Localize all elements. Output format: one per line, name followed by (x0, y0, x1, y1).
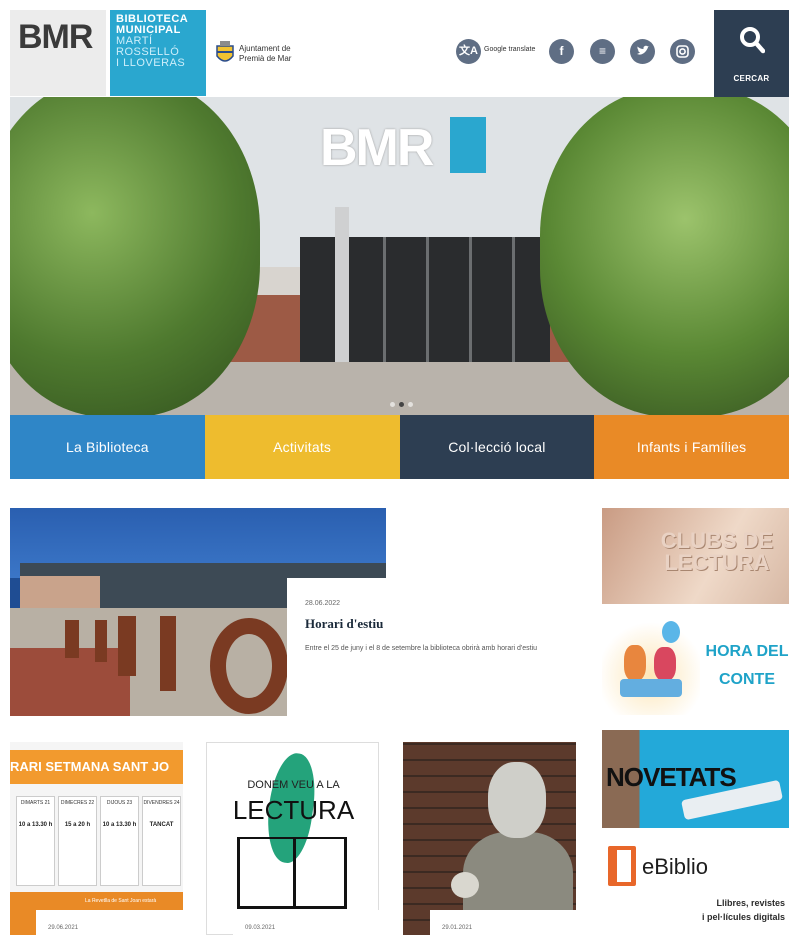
logo-short-text: BMR (18, 18, 93, 56)
hero-slider[interactable]: BMR (10, 97, 789, 415)
hora-line-2: CONTE (719, 671, 775, 688)
logo-line-5: I LLOVERAS (116, 57, 186, 69)
search-icon (740, 27, 765, 54)
card-date-2: 09.03.2021 (233, 910, 383, 935)
child-figure (654, 647, 676, 681)
slider-dots (388, 394, 418, 407)
open-book-drawing (237, 837, 347, 909)
featured-news-card[interactable]: 28.06.2022 Horari d'estiu Entre el 25 de… (287, 578, 577, 716)
schedule-hours: 10 a 13.30 h (18, 822, 53, 828)
schedule-grid: DIMARTS 21 10 a 13.30 h DIMECRES 22 15 a 2… (16, 796, 181, 886)
ajuntament-text: Ajuntament de Premià de Mar (239, 44, 291, 64)
ajuntament-line-1: Ajuntament de (239, 44, 291, 53)
library-name-logo[interactable]: BIBLIOTECA MUNICIPAL MARTÍ ROSSELLÓ I LL… (110, 10, 206, 96)
hero-building-sign: BMR (320, 119, 434, 177)
hero-tree-right (540, 97, 789, 415)
clubs-de-lectura-banner[interactable]: CLUBS DE LECTURA (602, 508, 789, 604)
search-button[interactable]: CERCAR (714, 10, 789, 97)
slider-dot-3[interactable] (408, 402, 413, 407)
schedule-cell: DIVENDRES 24 TANCAT (142, 796, 181, 886)
translate-label: Google translate (484, 46, 536, 53)
clubs-text: CLUBS DE LECTURA (660, 528, 774, 575)
schedule-cell: DIMARTS 21 10 a 13.30 h (16, 796, 55, 886)
card-date-3: 29.01.2021 (430, 910, 580, 935)
nav-colleccio-local[interactable]: Col·lecció local (399, 415, 595, 479)
hero-sign-panel (450, 117, 486, 173)
slider-dot-2[interactable] (399, 402, 404, 407)
news-card-donem-veu[interactable]: DONEM VEU A LA LECTURA (206, 742, 379, 935)
schedule-day: DIMECRES 22 (60, 800, 95, 806)
person-head (488, 762, 546, 838)
sculpture-letter (118, 616, 136, 676)
main-nav: La Biblioteca Activitats Col·lecció loca… (10, 415, 789, 479)
featured-path (10, 648, 130, 716)
bmr-logo[interactable]: BMR (10, 10, 106, 96)
ebiblio-tagline-1: Llibres, revistes (716, 898, 785, 908)
card-date-text: 29.01.2021 (442, 925, 473, 931)
schedule-banner: RARI SETMANA SANT JO (10, 750, 183, 784)
ebiblio-tagline-2: i pel·lícules digitals (701, 912, 785, 922)
instagram-icon[interactable] (670, 39, 695, 64)
sculpture-letter-o (210, 618, 288, 714)
featured-date: 28.06.2022 (305, 600, 341, 607)
nav-la-biblioteca[interactable]: La Biblioteca (10, 415, 205, 479)
child-figure (624, 645, 646, 681)
schedule-day: DIMARTS 21 (20, 800, 51, 806)
schedule-day: DIVENDRES 24 (143, 800, 180, 806)
open-book-shape (620, 679, 682, 697)
featured-description: Entre el 25 de juny i el 8 de setembre l… (305, 645, 538, 652)
novetats-banner[interactable]: NOVETATS (602, 730, 789, 828)
schedule-cell: DIJOUS 23 10 a 13.30 h (100, 796, 139, 886)
hora-del-conte-banner[interactable]: HORA DEL CONTE (602, 617, 789, 715)
person-hand (451, 872, 479, 898)
kids-reading-illustration (602, 617, 700, 715)
schedule-hours: 15 a 20 h (64, 822, 91, 828)
facebook-icon[interactable]: f (549, 39, 574, 64)
translate-icon: 文A (456, 39, 481, 64)
card-date-text: 29.06.2021 (48, 925, 79, 931)
balloon-shape (662, 621, 680, 643)
schedule-cell: DIMECRES 22 15 a 20 h (58, 796, 97, 886)
site-header: BMR BIBLIOTECA MUNICIPAL MARTÍ ROSSELLÓ … (0, 0, 789, 97)
schedule-note: La Revetlla de Sant Joan estarà (85, 898, 157, 904)
hora-line-1: HORA DEL (705, 643, 789, 660)
ajuntament-logo[interactable]: Ajuntament de Premià de Mar (215, 40, 325, 70)
hero-pillar (335, 207, 349, 367)
featured-title[interactable]: Horari d'estiu (305, 616, 383, 632)
card-date-text: 09.03.2021 (245, 925, 276, 931)
shield-icon (216, 41, 234, 62)
schedule-hours: TANCAT (149, 822, 174, 828)
search-label: CERCAR (733, 74, 770, 83)
ebiblio-book-icon (608, 846, 636, 886)
news-card-sant-joan[interactable]: RARI SETMANA SANT JO DIMARTS 21 10 a 13.3… (10, 742, 183, 935)
ajuntament-line-2: Premià de Mar (239, 54, 292, 63)
ebiblio-name: eBiblio (642, 854, 709, 879)
news-card-portrait[interactable] (403, 742, 576, 935)
slider-dot-1[interactable] (390, 402, 395, 407)
sculpture-letter (95, 620, 107, 662)
email-icon[interactable]: ≡ (590, 39, 615, 64)
google-translate-button[interactable]: 文A Google translate (456, 39, 546, 65)
schedule-day: DIJOUS 23 (106, 800, 133, 806)
nav-infants-families[interactable]: Infants i Famílies (594, 415, 789, 479)
hero-tree-left (10, 97, 260, 415)
card-date-1: 29.06.2021 (36, 910, 186, 935)
donem-veu-line-1: DONEM VEU A LA (247, 779, 340, 791)
novetats-text: NOVETATS (606, 762, 737, 792)
ebiblio-banner[interactable]: eBiblio Llibres, revistes i pel·lícules … (602, 840, 789, 935)
sculpture-letter (160, 616, 176, 691)
twitter-icon[interactable] (630, 39, 655, 64)
nav-activitats[interactable]: Activitats (204, 415, 400, 479)
donem-veu-line-2: LECTURA (232, 795, 355, 825)
sculpture-letter (65, 620, 79, 658)
schedule-hours: 10 a 13.30 h (102, 822, 137, 828)
